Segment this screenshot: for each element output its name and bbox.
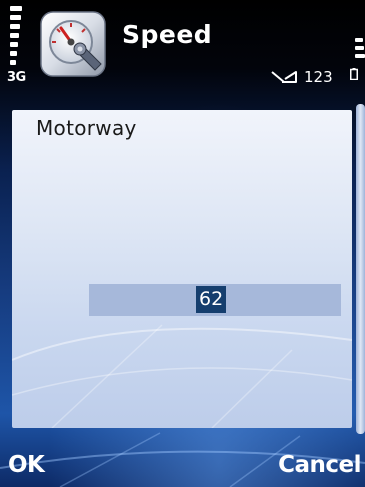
battery-level-bars (355, 38, 365, 68)
network-type-label: 3G (7, 70, 26, 85)
screen: 3G Speed 123 Motorway 62 OK Cancel (0, 0, 365, 487)
app-speed-gauge-icon (40, 11, 106, 77)
status-indicators: 123 (270, 68, 333, 86)
indicator-text: 123 (304, 68, 333, 86)
setting-label: Motorway (36, 116, 137, 140)
ok-softkey[interactable]: OK (8, 452, 45, 478)
speed-setting-dialog: Motorway 62 (12, 110, 352, 428)
cancel-softkey[interactable]: Cancel (278, 452, 361, 478)
background-streaks (12, 324, 352, 428)
battery-level-icon (350, 68, 358, 80)
scrollbar[interactable] (356, 104, 365, 434)
signal-strength-icon (10, 6, 22, 66)
message-indicator-icon (271, 71, 297, 83)
page-title: Speed (122, 20, 213, 49)
speed-value[interactable]: 62 (196, 286, 227, 313)
